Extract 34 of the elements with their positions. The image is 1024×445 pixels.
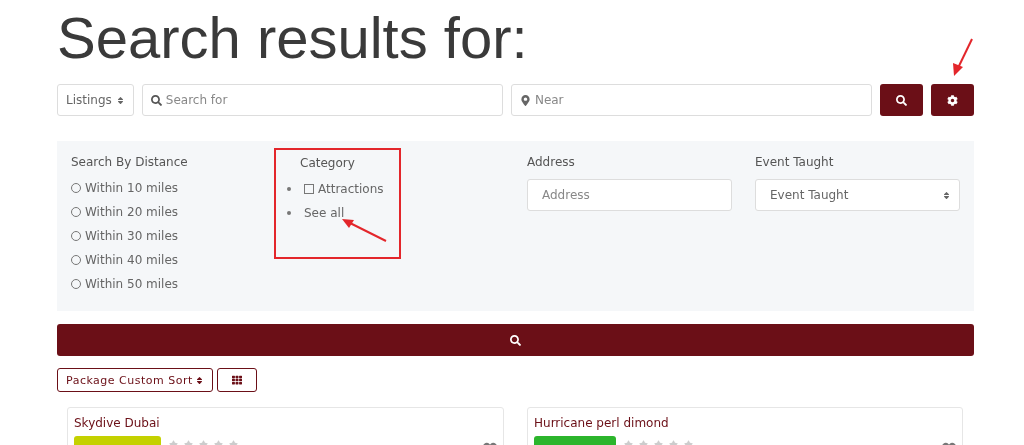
listing-type-select[interactable]: Listings	[57, 84, 134, 116]
checkbox[interactable]	[304, 184, 314, 194]
filter-label: Category	[300, 156, 356, 170]
map-pin-icon	[519, 94, 531, 106]
distance-option[interactable]: Within 20 miles	[71, 203, 179, 221]
see-all-link[interactable]: See all	[304, 204, 345, 222]
sort-icon	[942, 190, 951, 200]
annotation-arrow	[950, 38, 974, 78]
category-option[interactable]: Attractions	[318, 180, 384, 198]
grid-view-button[interactable]	[216, 368, 257, 392]
filter-label: Event Taught	[755, 155, 835, 169]
address-field[interactable]: Address	[527, 179, 732, 211]
search-button[interactable]	[880, 84, 923, 116]
settings-button[interactable]	[931, 84, 974, 116]
search-field[interactable]: Search for	[141, 84, 503, 116]
sort-icon	[194, 375, 204, 385]
listing-title[interactable]: Hurricane perl dimond	[534, 416, 956, 430]
distance-option[interactable]: Within 10 miles	[71, 179, 179, 197]
search-icon	[896, 94, 907, 106]
filter-label: Address	[527, 155, 576, 169]
distance-option[interactable]: Within 30 miles	[71, 227, 179, 245]
grid-icon	[231, 375, 242, 385]
search-icon	[150, 94, 162, 106]
event-taught-select[interactable]: Event Taught	[755, 179, 960, 211]
filter-label: Search By Distance	[71, 155, 189, 169]
gear-icon	[947, 94, 958, 106]
search-icon	[510, 334, 521, 346]
listing-title[interactable]: Skydive Dubai	[74, 416, 497, 430]
sort-icon	[115, 95, 125, 105]
sort-select[interactable]: Package Custom Sort	[57, 368, 213, 392]
distance-option[interactable]: Within 40 miles	[71, 251, 179, 269]
page-title: Search results for:	[57, 4, 528, 72]
distance-option[interactable]: Within 50 miles	[71, 275, 179, 293]
near-field[interactable]: Near	[510, 84, 872, 116]
